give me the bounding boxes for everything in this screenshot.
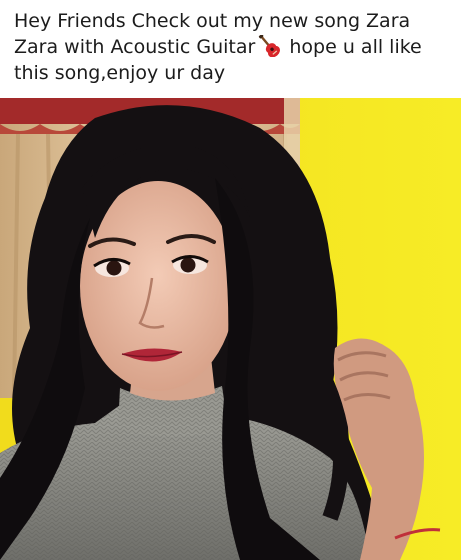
post-card: Hey Friends Check out my new song Zara Z… [0,0,461,560]
post-photo[interactable] [0,98,461,560]
post-caption: Hey Friends Check out my new song Zara Z… [14,8,450,86]
guitar-icon [257,34,281,58]
selfie-image [0,98,461,560]
